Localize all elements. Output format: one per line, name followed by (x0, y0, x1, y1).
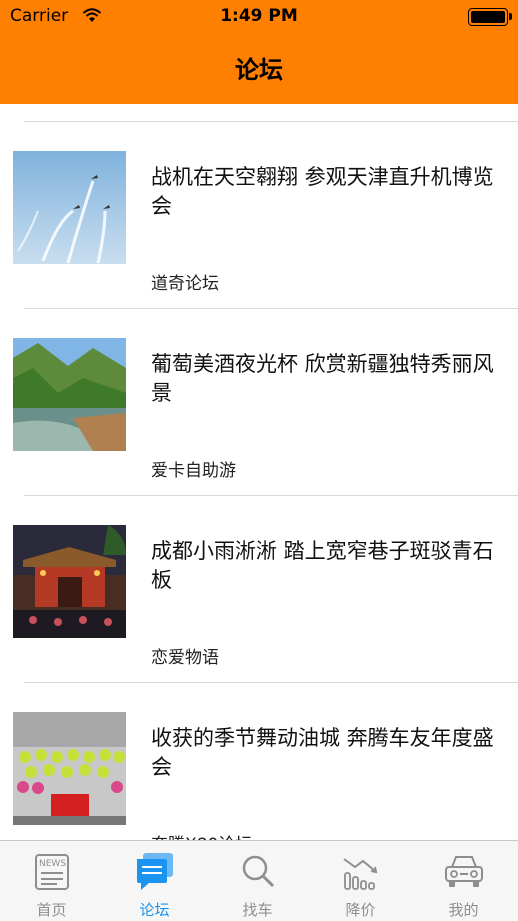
post-thumbnail[interactable] (13, 712, 126, 825)
news-icon: NEWS (34, 854, 69, 890)
post-item[interactable]: 收获的季节舞动油城 奔腾车友年度盛会 奔腾X80论坛 (0, 682, 518, 840)
post-item[interactable]: 战机在天空翱翔 参观天津直升机博览会 道奇论坛 (0, 121, 518, 309)
post-source: 恋爱物语 (151, 648, 219, 668)
tab-label: 我的 (448, 901, 479, 919)
post-item[interactable]: 成都小雨淅淅 踏上宽窄巷子斑驳青石板 恋爱物语 (0, 495, 518, 683)
svg-text:NEWS: NEWS (39, 859, 66, 869)
post-title[interactable]: 成都小雨淅淅 踏上宽窄巷子斑驳青石板 (151, 537, 501, 595)
tab-forum[interactable]: 论坛 (103, 841, 206, 921)
status-time: 1:49 PM (220, 6, 298, 26)
price-trend-icon (342, 858, 377, 890)
search-icon (242, 855, 274, 888)
page-title: 论坛 (235, 56, 283, 84)
post-thumbnail[interactable] (13, 525, 126, 638)
tab-label: 论坛 (139, 901, 170, 919)
tab-mine[interactable]: 我的 (412, 841, 515, 921)
post-list[interactable]: 战机在天空翱翔 参观天津直升机博览会 道奇论坛 葡萄美酒夜光杯 欣赏新疆独特秀丽… (0, 104, 518, 840)
tab-label: 首页 (36, 901, 67, 919)
chat-icon (136, 853, 173, 890)
post-thumbnail[interactable] (13, 338, 126, 451)
tab-home[interactable]: NEWS 首页 (0, 841, 103, 921)
post-title[interactable]: 收获的季节舞动油城 奔腾车友年度盛会 (151, 724, 501, 782)
post-source: 奔腾X80论坛 (151, 830, 252, 840)
post-item[interactable]: 葡萄美酒夜光杯 欣赏新疆独特秀丽风景 爱卡自助游 (0, 308, 518, 496)
status-bar: Carrier 1:49 PM (0, 0, 518, 34)
battery-icon (468, 8, 512, 26)
car-icon (444, 856, 483, 887)
tab-bar: NEWS 首页 论坛 找车 降价 我的 (0, 840, 518, 921)
post-source: 爱卡自助游 (151, 461, 236, 481)
post-source: 道奇论坛 (151, 274, 219, 294)
tab-price-drop[interactable]: 降价 (309, 841, 412, 921)
post-title[interactable]: 葡萄美酒夜光杯 欣赏新疆独特秀丽风景 (151, 350, 501, 408)
nav-header: Carrier 1:49 PM 论坛 (0, 0, 518, 104)
post-thumbnail[interactable] (13, 151, 126, 264)
tab-label: 降价 (345, 901, 376, 919)
post-title[interactable]: 战机在天空翱翔 参观天津直升机博览会 (151, 163, 501, 221)
tab-find-car[interactable]: 找车 (206, 841, 309, 921)
tab-label: 找车 (242, 901, 273, 919)
